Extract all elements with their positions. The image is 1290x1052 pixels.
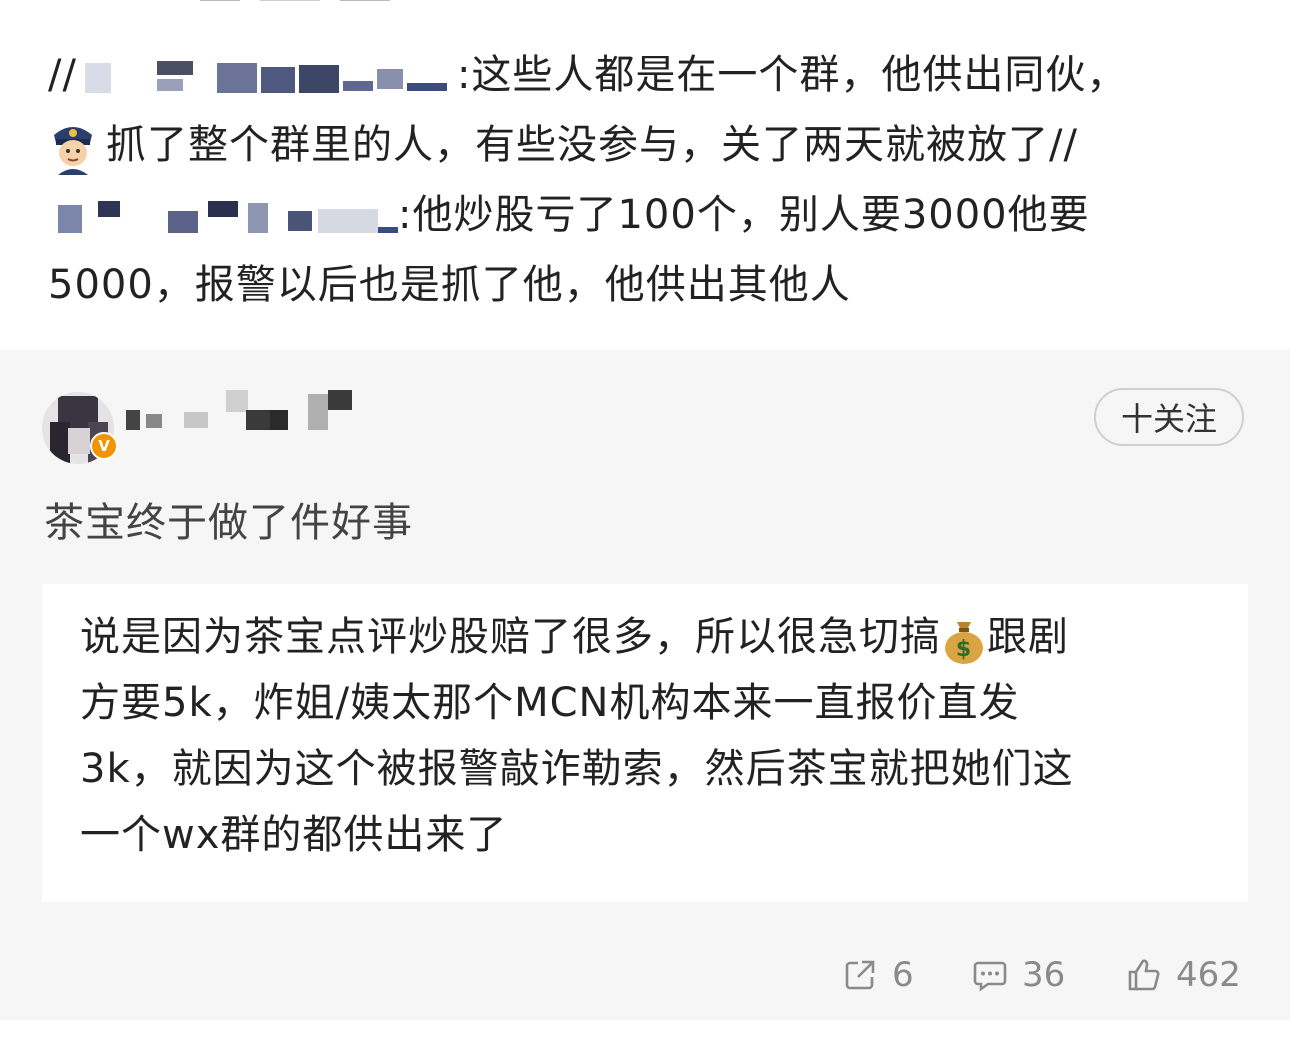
comment-text: 茶宝终于做了件好事	[44, 500, 413, 546]
quote-line-4: 一个wx群的都供出来了	[80, 812, 508, 858]
like-count: 462	[1176, 955, 1241, 995]
repost-prefix: //	[48, 52, 77, 98]
comment-count: 36	[1022, 955, 1066, 995]
share-button[interactable]: 6	[842, 950, 914, 1000]
repost-text: // :这些人都是在一个群，他供出同伙， 抓了整个群里的人，有些没参与，关了两天…	[48, 40, 1258, 320]
svg-text:$: $	[956, 637, 972, 662]
action-bar: 6 36 462	[0, 950, 1290, 1000]
quoted-post-text: 说是因为茶宝点评炒股赔了很多，所以很急切搞 $ 跟剧 方要5k，炸姐/姨太那个M…	[80, 604, 1220, 868]
like-icon	[1128, 959, 1160, 991]
quote-line-2: 方要5k，炸姐/姨太那个MCN机构本来一直报价直发	[80, 680, 1020, 726]
follow-button[interactable]: 十关注	[1094, 388, 1244, 446]
comment-button[interactable]: 36	[972, 950, 1065, 1000]
bottom-spacer	[0, 1020, 1290, 1052]
police-emoji-icon	[48, 119, 98, 175]
comment-icon	[973, 961, 1007, 992]
quote-line-1: 说是因为茶宝点评炒股赔了很多，所以很急切搞 $ 跟剧	[80, 614, 1069, 664]
like-button[interactable]: 462	[1126, 950, 1241, 1000]
repost-line-1: // :这些人都是在一个群，他供出同伙，	[48, 52, 1128, 98]
quoted-post[interactable]: 说是因为茶宝点评炒股赔了很多，所以很急切搞 $ 跟剧 方要5k，炸姐/姨太那个M…	[42, 584, 1248, 902]
verified-badge: V	[90, 432, 118, 460]
blurred-username-1[interactable]	[77, 57, 457, 97]
comment-card: V 十关注 茶宝终于做了件好事 说是因为茶宝点评炒股赔了很多，所以很急切搞 $ …	[0, 350, 1290, 1020]
repost-line-4: 5000，报警以后也是抓了他，他供出其他人	[48, 262, 851, 308]
repost-line-3: :他炒股亏了100个，别人要3000他要	[48, 180, 1258, 250]
share-icon	[845, 960, 875, 990]
money-bag-emoji-icon: $	[941, 614, 987, 664]
clipped-header-text	[200, 0, 420, 6]
blurred-username-2[interactable]	[48, 197, 398, 237]
repost-content: // :这些人都是在一个群，他供出同伙， 抓了整个群里的人，有些没参与，关了两天…	[0, 0, 1290, 350]
blurred-comment-username[interactable]	[126, 390, 366, 436]
share-count: 6	[892, 955, 914, 995]
repost-line-2: 抓了整个群里的人，有些没参与，关了两天就被放了//	[48, 110, 1258, 180]
quote-line-3: 3k，就因为这个被报警敲诈勒索，然后茶宝就把她们这	[80, 746, 1074, 792]
